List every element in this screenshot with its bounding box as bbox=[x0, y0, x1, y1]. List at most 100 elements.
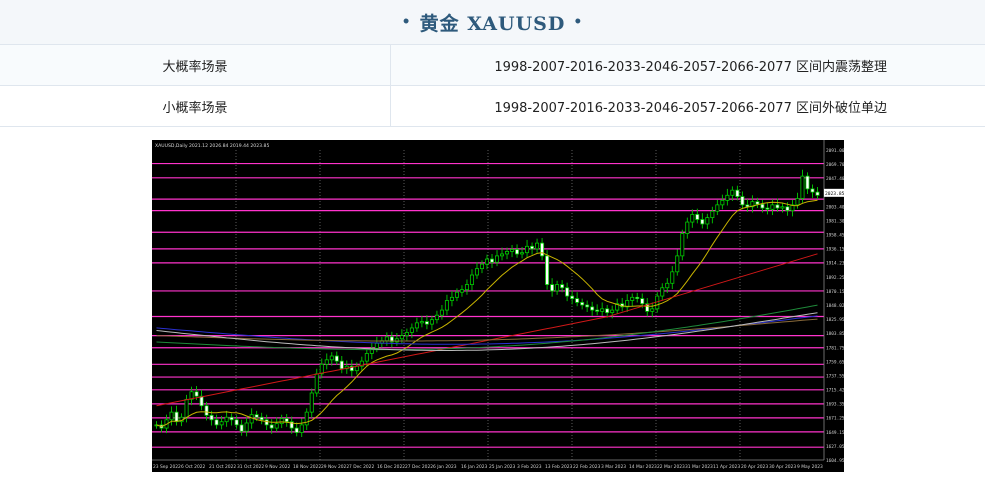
candle-body bbox=[805, 175, 810, 190]
candle-body bbox=[334, 355, 339, 362]
candle-body bbox=[279, 418, 284, 425]
candle-body bbox=[324, 359, 329, 365]
candle-body bbox=[800, 175, 805, 199]
date-tick-label: 18 Nov 2022 bbox=[293, 464, 321, 470]
candle-body bbox=[600, 308, 605, 312]
price-tick-label: 1870.15 bbox=[826, 289, 844, 295]
date-tick-label: 14 Mar 2023 bbox=[629, 464, 657, 470]
candle-body bbox=[685, 221, 690, 234]
candle-body bbox=[710, 210, 715, 219]
date-tick-label: 13 Feb 2023 bbox=[545, 464, 573, 470]
date-tick-label: 6 Oct 2022 bbox=[181, 464, 206, 470]
candle-body bbox=[174, 411, 179, 423]
date-tick-label: 27 Dec 2022 bbox=[405, 464, 433, 470]
candle-body bbox=[434, 314, 439, 321]
candle-body bbox=[580, 302, 585, 306]
candle-body bbox=[590, 306, 595, 311]
price-tick-label: 1848.02 bbox=[826, 303, 844, 309]
candle-body bbox=[194, 391, 199, 397]
candle-body bbox=[705, 217, 710, 225]
candle-body bbox=[585, 304, 590, 308]
price-tick-label: 1803.85 bbox=[826, 331, 844, 337]
candle-body bbox=[454, 291, 459, 298]
candle-body bbox=[199, 395, 204, 407]
candle-body bbox=[670, 271, 675, 284]
date-tick-label: 6 Jan 2023 bbox=[433, 464, 457, 470]
candle-body bbox=[605, 308, 610, 314]
candle-body bbox=[234, 419, 239, 426]
candle-body bbox=[439, 309, 444, 316]
scenario-value: 1998-2007-2016-2033-2046-2057-2066-2077 … bbox=[494, 100, 887, 116]
candle-body bbox=[610, 309, 615, 314]
candle-body bbox=[214, 419, 219, 426]
price-tick-label: 1759.65 bbox=[826, 359, 844, 365]
candle-body bbox=[409, 327, 414, 333]
price-tick-label: 1627.05 bbox=[826, 444, 844, 450]
candle-body bbox=[810, 188, 815, 193]
candle-body bbox=[795, 198, 800, 206]
candle-body bbox=[635, 296, 640, 300]
candle-body bbox=[274, 423, 279, 429]
price-tick-label: 1825.95 bbox=[826, 317, 844, 323]
candle-body bbox=[479, 263, 484, 270]
candle-body bbox=[740, 196, 745, 206]
candle-body bbox=[169, 411, 174, 421]
scenario-row-low: 小概率场景 1998-2007-2016-2033-2046-2057-2066… bbox=[0, 86, 985, 127]
candle-body bbox=[419, 321, 424, 324]
candle-body bbox=[755, 201, 760, 205]
date-tick-label: 30 Apr 2023 bbox=[769, 464, 796, 470]
candle-body bbox=[555, 284, 560, 292]
candle-body bbox=[244, 422, 249, 432]
candle-body bbox=[500, 253, 505, 257]
date-tick-label: 16 Dec 2022 bbox=[377, 464, 405, 470]
candle-body bbox=[595, 309, 600, 312]
header-dot-left: • bbox=[401, 14, 412, 30]
date-tick-label: 11 Apr 2023 bbox=[713, 464, 740, 470]
candle-body bbox=[680, 233, 685, 257]
candle-body bbox=[294, 427, 299, 433]
current-price-label: 2023.85 bbox=[825, 191, 844, 197]
candle-body bbox=[525, 245, 530, 254]
date-tick-label: 3 Feb 2023 bbox=[517, 464, 542, 470]
price-tick-label: 2069.70 bbox=[826, 162, 844, 168]
price-tick-label: 1715.42 bbox=[826, 388, 844, 394]
candle-body bbox=[229, 416, 234, 421]
candle-body bbox=[775, 204, 780, 209]
candle-body bbox=[560, 284, 565, 289]
scenario-value: 1998-2007-2016-2033-2046-2057-2066-2077 … bbox=[494, 59, 887, 75]
candle-body bbox=[374, 342, 379, 349]
candle-body bbox=[785, 206, 790, 211]
candle-body bbox=[495, 255, 500, 263]
candle-body bbox=[550, 284, 555, 292]
candle-body bbox=[399, 335, 404, 340]
candle-body bbox=[314, 373, 319, 394]
candle-body bbox=[329, 355, 334, 361]
candle-body bbox=[675, 255, 680, 273]
candle-body bbox=[545, 255, 550, 285]
date-tick-label: 7 Dec 2022 bbox=[349, 464, 374, 470]
scenario-label: 大概率场景 bbox=[0, 45, 391, 85]
candle-body bbox=[650, 308, 655, 312]
candle-body bbox=[530, 245, 535, 250]
candle-body bbox=[640, 298, 645, 305]
date-tick-label: 22 Mar 2023 bbox=[657, 464, 685, 470]
candle-body bbox=[484, 258, 490, 265]
candle-body bbox=[540, 242, 545, 257]
price-tick-label: 1781.75 bbox=[826, 345, 844, 351]
candle-body bbox=[765, 207, 770, 210]
date-tick-label: 22 Feb 2023 bbox=[573, 464, 601, 470]
candle-body bbox=[364, 353, 369, 362]
candle-body bbox=[384, 336, 389, 342]
candle-body bbox=[469, 274, 474, 285]
candle-body bbox=[720, 199, 725, 206]
candle-body bbox=[515, 249, 520, 255]
candle-body bbox=[259, 416, 264, 421]
candle-body bbox=[464, 284, 469, 291]
candle-body bbox=[404, 332, 409, 336]
candle-body bbox=[770, 204, 775, 210]
candle-body bbox=[254, 414, 259, 418]
candle-body bbox=[490, 258, 495, 263]
candle-body bbox=[414, 322, 419, 329]
candle-body bbox=[735, 189, 740, 197]
candle-body bbox=[510, 249, 515, 252]
